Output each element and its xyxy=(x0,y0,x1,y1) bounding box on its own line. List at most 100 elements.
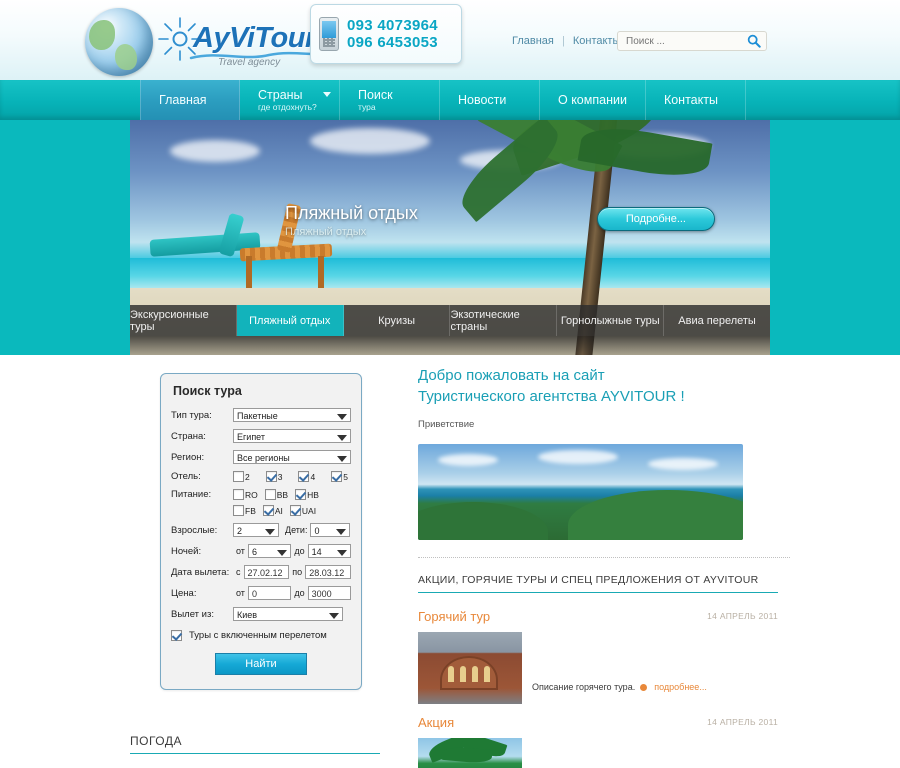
category-tab-4[interactable]: Экзотические страны xyxy=(450,305,558,336)
article-thumbnail[interactable] xyxy=(418,738,522,768)
checkbox-label: 3 xyxy=(277,472,283,483)
phone-number-2: 096 6453053 xyxy=(347,34,438,51)
field-depart-date: Дата вылета: с 27.02.12 по 28.03.12 xyxy=(171,565,351,580)
input-date-from[interactable]: 27.02.12 xyxy=(243,565,290,580)
select-adults[interactable]: 2 xyxy=(233,523,279,538)
main-navigation: Главная Страны где отдохнуть? Поиск тура Ново… xyxy=(0,80,900,120)
nav-item-6[interactable]: Контакты xyxy=(646,80,746,120)
checkbox-hb[interactable] xyxy=(295,489,307,501)
field-hotel-stars: Отель: 2 3 4 5 xyxy=(171,471,351,482)
checkbox-2[interactable] xyxy=(233,471,244,482)
page-title: Добро пожаловать на сайт Туристического … xyxy=(418,365,790,407)
select-children[interactable]: 0 xyxy=(310,523,351,538)
checkbox-uai[interactable] xyxy=(289,505,301,517)
article-item: Горячий тур 14 АПРЕЛЬ 2011 Описание горя… xyxy=(418,608,790,704)
label-region: Регион: xyxy=(171,451,205,463)
field-country: Страна: Египет xyxy=(171,429,351,443)
checkbox-fb[interactable] xyxy=(233,505,244,517)
article-date: 14 АПРЕЛЬ 2011 xyxy=(707,611,778,621)
checkbox-with-flight[interactable] xyxy=(171,630,182,642)
checkbox-bb[interactable] xyxy=(264,489,276,501)
article-title[interactable]: Горячий тур xyxy=(418,609,490,624)
top-links: Главная | Контакты xyxy=(512,35,620,47)
checkbox-label: HB xyxy=(307,490,319,501)
nav-item-label: Поиск xyxy=(358,88,393,102)
chevron-down-icon xyxy=(265,529,275,536)
top-link-contacts[interactable]: Контакты xyxy=(573,35,621,47)
value-country: Египет xyxy=(237,432,266,442)
article-body: Описание горячего тура. подробнее... xyxy=(418,632,790,704)
select-country[interactable]: Египет xyxy=(233,429,351,443)
value-children: 0 xyxy=(314,526,320,537)
select-tour-type[interactable]: Пакетные xyxy=(233,408,351,422)
article-description: Описание горячего тура. xyxy=(532,682,636,692)
welcome-line-2: Туристического агентства AYVITOUR ! xyxy=(418,388,685,405)
chair-leg xyxy=(318,256,324,288)
input-price-to[interactable]: 3000 xyxy=(307,586,351,601)
nav-item-3[interactable]: Поиск тура xyxy=(340,80,440,120)
value-depart-from: Киев xyxy=(237,610,258,621)
search-submit-button[interactable] xyxy=(746,34,762,49)
article-date: 14 АПРЕЛЬ 2011 xyxy=(707,717,778,727)
header-search xyxy=(617,31,767,51)
left-column: Поиск тура Тип тура: Пакетные Страна: Ег… xyxy=(130,373,380,755)
select-depart-from[interactable]: Киев xyxy=(233,607,343,622)
tour-search-form: Поиск тура Тип тура: Пакетные Страна: Ег… xyxy=(160,373,362,691)
checkbox-ai[interactable] xyxy=(262,505,274,517)
banner-more-button[interactable]: Подробне... xyxy=(596,207,715,231)
label-hotel: Отель: xyxy=(171,471,201,482)
label-price-from: от xyxy=(236,588,245,599)
top-link-home[interactable]: Главная xyxy=(512,35,554,47)
chevron-down-icon xyxy=(277,550,288,557)
category-tab-6[interactable]: Авиа перелеты xyxy=(664,305,770,336)
input-date-to[interactable]: 28.03.12 xyxy=(305,565,351,580)
article-description-wrap: Описание горячего тура. подробнее... xyxy=(532,632,790,692)
category-tab-5[interactable]: Горнолыжные туры xyxy=(557,305,665,336)
input-price-from[interactable]: 0 xyxy=(247,586,292,601)
label-depart-date: Дата вылета: xyxy=(171,566,230,578)
banner-shadow xyxy=(130,336,770,355)
select-nights-to[interactable]: 14 xyxy=(307,544,351,559)
value-nights-to: 14 xyxy=(311,547,322,558)
category-tab-3[interactable]: Круизы xyxy=(344,305,451,336)
field-tour-type: Тип тура: Пакетные xyxy=(171,408,351,422)
label-with-flight: Туры с включенным перелетом xyxy=(189,630,327,642)
label-adults: Взрослые: xyxy=(171,524,218,536)
checkbox-ro[interactable] xyxy=(233,489,244,501)
article-thumbnail[interactable] xyxy=(418,632,522,704)
nav-item-2[interactable]: Страны где отдохнуть? xyxy=(240,80,340,120)
label-nights: Ночей: xyxy=(171,545,202,557)
checkbox-label: AI xyxy=(274,506,283,517)
checkbox-4[interactable] xyxy=(298,471,310,482)
article-more-link[interactable]: подробнее... xyxy=(654,682,707,692)
welcome-subtitle: Приветствие xyxy=(418,419,475,430)
article-title[interactable]: Акция xyxy=(418,715,454,730)
chevron-down-icon xyxy=(323,92,331,97)
nav-item-1[interactable]: Главная xyxy=(140,80,240,120)
welcome-photo xyxy=(418,444,743,540)
site-logo[interactable]: AyViTour Travel agency xyxy=(85,2,339,78)
value-region: Все регионы xyxy=(237,453,290,463)
banner-subtitle: Пляжный отдых xyxy=(285,226,367,238)
nav-item-label: Главная xyxy=(159,93,207,107)
article-item: Акция 14 АПРЕЛЬ 2011 xyxy=(418,714,790,768)
select-nights-from[interactable]: 6 xyxy=(247,544,292,559)
logo-tagline: Travel agency xyxy=(218,57,281,68)
content-divider xyxy=(418,557,790,558)
category-tab-2[interactable]: Пляжный отдых xyxy=(236,305,344,336)
chevron-down-icon xyxy=(337,456,347,462)
top-link-separator: | xyxy=(561,35,565,47)
checkbox-5[interactable] xyxy=(331,471,343,482)
welcome-line-1: Добро пожаловать на сайт xyxy=(418,367,605,384)
station-window xyxy=(460,666,466,682)
nav-item-4[interactable]: Новости xyxy=(440,80,540,120)
select-region[interactable]: Все регионы xyxy=(233,450,351,464)
chevron-down-icon xyxy=(337,435,347,441)
nav-item-5[interactable]: О компании xyxy=(540,80,646,120)
search-submit[interactable]: Найти xyxy=(215,653,307,676)
search-input[interactable] xyxy=(624,34,739,49)
station-window xyxy=(472,666,478,682)
value-tour-type: Пакетные xyxy=(237,411,278,421)
category-tab-1[interactable]: Экскурсионные туры xyxy=(130,305,237,336)
checkbox-3[interactable] xyxy=(265,471,277,482)
